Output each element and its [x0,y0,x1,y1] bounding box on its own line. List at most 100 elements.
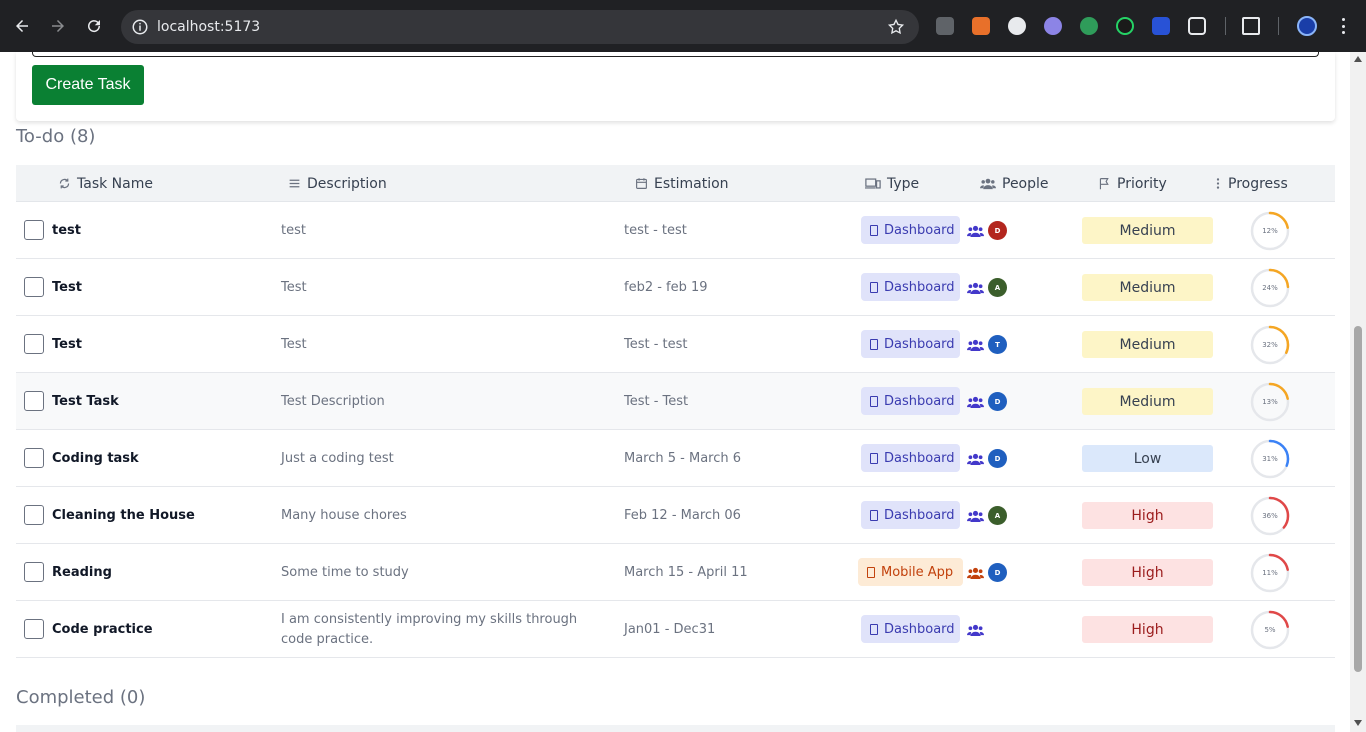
back-icon[interactable] [10,14,34,38]
table-row[interactable]: Coding task Just a coding test March 5 -… [16,430,1335,487]
task-name[interactable]: Test [52,316,272,373]
extensions-puzzle-icon[interactable] [1188,17,1206,35]
task-estimation: March 15 - April 11 [624,565,748,580]
bookmark-star-icon[interactable] [887,18,905,36]
type-badge[interactable]: Mobile App [858,558,963,586]
address-bar[interactable]: localhost:5173 [121,10,919,44]
table-row[interactable]: Test Test feb2 - feb 19 Dashboard A Medi… [16,259,1335,316]
priority-badge[interactable]: High [1082,502,1213,529]
type-badge[interactable]: Dashboard [861,330,960,358]
task-description: Many house chores [281,507,407,523]
scroll-down-arrow-icon[interactable] [1354,720,1362,726]
extension-icon[interactable] [936,17,954,35]
column-progress[interactable]: Progress [1214,165,1288,202]
people-icon[interactable] [967,510,984,522]
avatar[interactable]: D [988,221,1007,240]
priority-badge[interactable]: High [1082,616,1213,643]
people-icon[interactable] [967,624,984,636]
column-priority[interactable]: Priority [1098,165,1167,202]
task-checkbox[interactable] [24,220,44,240]
table-row[interactable]: Test Test Test - test Dashboard T Medium… [16,316,1335,373]
priority-badge[interactable]: High [1082,559,1213,586]
scrollbar-thumb[interactable] [1354,326,1362,672]
avatar[interactable]: D [988,449,1007,468]
task-input-field[interactable] [32,52,1319,57]
metamask-extension-icon[interactable] [972,17,990,35]
task-checkbox[interactable] [24,334,44,354]
calendar-icon [636,178,647,189]
avatar[interactable]: T [988,335,1007,354]
reload-icon[interactable] [82,14,106,38]
task-checkbox[interactable] [24,562,44,582]
reading-list-icon[interactable] [1242,17,1260,35]
task-checkbox[interactable] [24,391,44,411]
task-checkbox[interactable] [24,448,44,468]
type-badge[interactable]: Dashboard [861,216,960,244]
avatar[interactable]: D [988,392,1007,411]
people-icon[interactable] [967,225,984,237]
table-row[interactable]: Reading Some time to study March 15 - Ap… [16,544,1335,601]
people-icon[interactable] [967,339,984,351]
table-header: Task Name Description Estimation Type Pe… [16,165,1335,202]
people-icon[interactable] [967,282,984,294]
priority-badge[interactable]: Medium [1082,274,1213,301]
avatar[interactable]: A [988,278,1007,297]
priority-badge[interactable]: Medium [1082,217,1213,244]
people-icon[interactable] [967,567,984,579]
scroll-up-arrow-icon[interactable] [1354,56,1362,62]
column-task-name[interactable]: Task Name [58,165,153,202]
type-badge[interactable]: Dashboard [861,444,960,472]
grammar-extension-icon[interactable] [1080,17,1098,35]
site-info-icon[interactable] [131,18,149,36]
column-label: Progress [1228,175,1288,192]
priority-badge[interactable]: Low [1082,445,1213,472]
task-estimation: Test - test [624,337,688,352]
type-badge[interactable]: Dashboard [861,615,960,643]
task-name[interactable]: Reading [52,544,272,601]
lines-icon [289,179,300,188]
tablet-icon [870,452,878,464]
task-checkbox[interactable] [24,505,44,525]
table-row[interactable]: Cleaning the House Many house chores Feb… [16,487,1335,544]
forward-icon[interactable] [46,14,70,38]
task-name[interactable]: Coding task [52,430,272,487]
type-badge[interactable]: Dashboard [861,273,960,301]
glasses-extension-icon[interactable] [1008,17,1026,35]
priority-badge[interactable]: Medium [1082,388,1213,415]
type-badge[interactable]: Dashboard [861,387,960,415]
tablet-icon [870,395,878,407]
tablet-icon [870,281,878,293]
table-row[interactable]: Test Task Test Description Test - Test D… [16,373,1335,430]
column-type[interactable]: Type [865,165,919,202]
people-icon[interactable] [967,453,984,465]
column-estimation[interactable]: Estimation [635,165,729,202]
task-estimation: feb2 - feb 19 [624,280,708,295]
task-checkbox[interactable] [24,619,44,639]
ghost-extension-icon[interactable] [1044,17,1062,35]
table-row[interactable]: test test test - test Dashboard D Medium… [16,202,1335,259]
task-name[interactable]: Cleaning the House [52,487,272,544]
profile-avatar[interactable] [1297,16,1317,36]
task-name[interactable]: Test Task [52,373,272,430]
check-extension-icon[interactable] [1116,17,1134,35]
table-row[interactable]: Code practice I am consistently improvin… [16,601,1335,658]
task-name[interactable]: test [52,202,272,259]
browser-menu-icon[interactable] [1336,15,1350,37]
column-description[interactable]: Description [288,165,387,202]
people-icon[interactable] [967,396,984,408]
task-checkbox[interactable] [24,277,44,297]
priority-badge[interactable]: Medium [1082,331,1213,358]
type-label: Dashboard [884,621,955,637]
avatar[interactable]: A [988,506,1007,525]
type-badge[interactable]: Dashboard [861,501,960,529]
column-label: Description [307,175,387,192]
blue-extension-icon[interactable] [1152,17,1170,35]
avatar[interactable]: D [988,563,1007,582]
task-name[interactable]: Code practice [52,601,272,658]
completed-table-header [16,725,1335,732]
create-task-button[interactable]: Create Task [32,65,144,105]
task-name[interactable]: Test [52,259,272,316]
task-estimation: Jan01 - Dec31 [624,622,716,637]
column-people[interactable]: People [980,165,1049,202]
people-icon [980,178,996,190]
